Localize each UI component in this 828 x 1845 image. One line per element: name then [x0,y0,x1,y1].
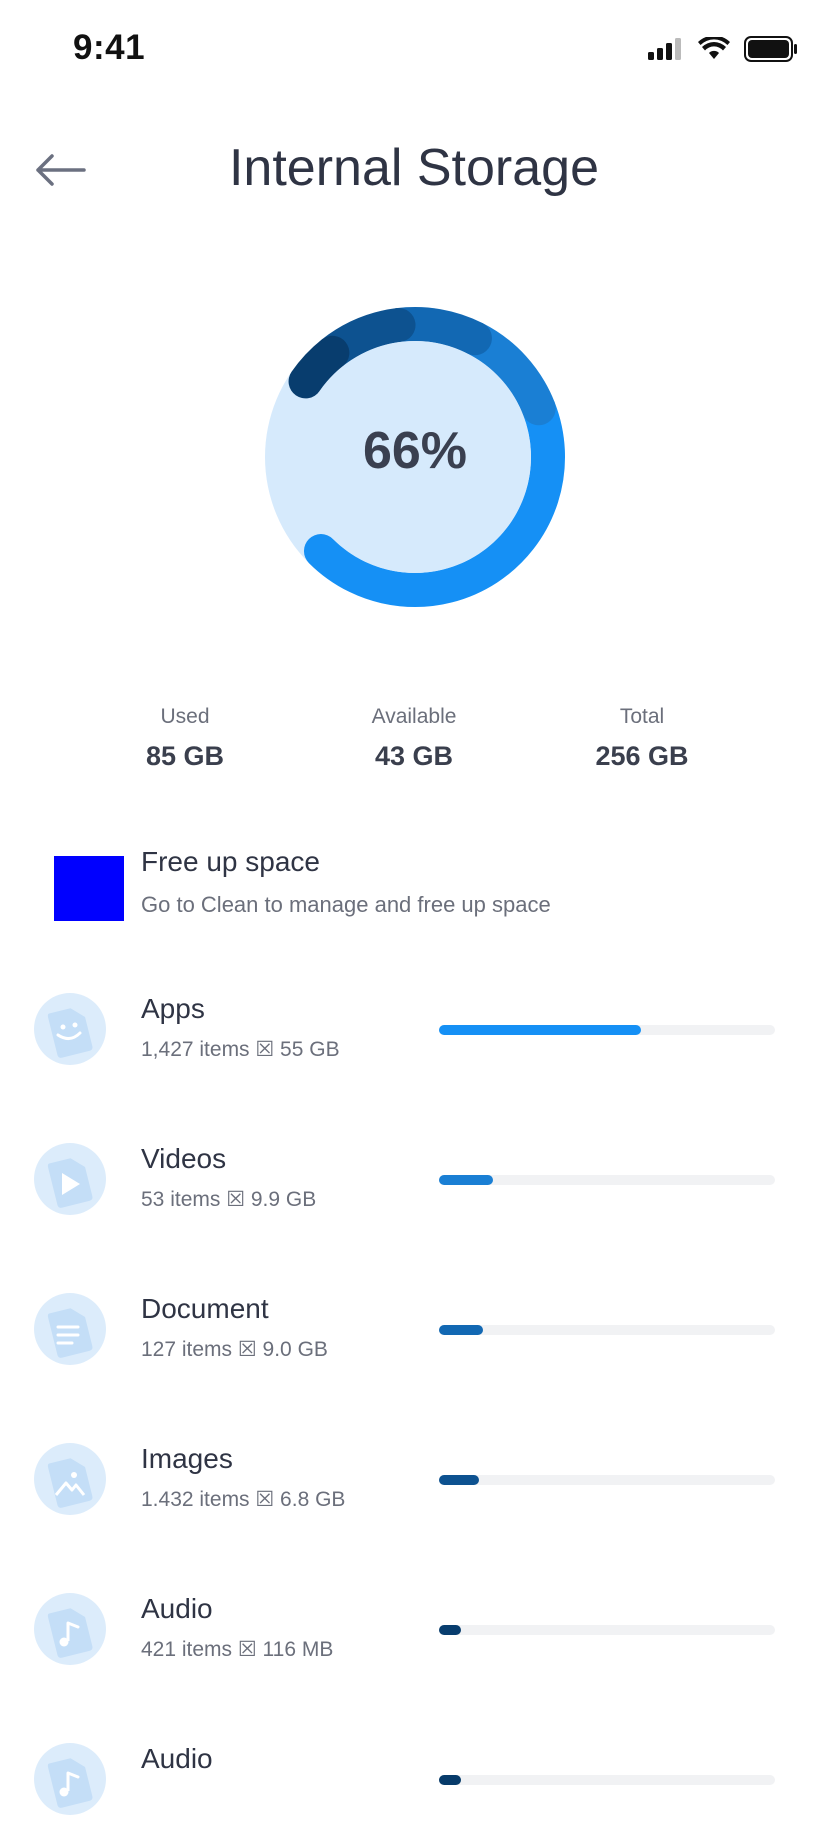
header: Internal Storage [0,120,828,220]
storage-donut-chart: 66% [229,271,601,643]
category-title: Apps [141,993,205,1024]
stat-available: Available 43 GB [314,705,514,772]
category-subtitle: 421 items ☒ 116 MB [141,1638,334,1661]
category-progress [439,1475,775,1485]
donut-segment-audio [288,335,350,399]
category-progress [439,1325,775,1335]
category-row-audio[interactable]: Audio 421 items ☒ 116 MB [0,1585,828,1695]
stat-total: Total 256 GB [542,705,742,772]
category-row-videos[interactable]: Videos 53 items ☒ 9.9 GB [0,1135,828,1245]
status-bar: 9:41 [0,0,828,100]
category-progress-fill [439,1475,480,1485]
category-row-apps[interactable]: Apps 1,427 items ☒ 55 GB [0,985,828,1095]
stat-used-label: Used [160,705,210,728]
category-row-audio-2[interactable]: Audio [0,1735,828,1845]
category-title: Audio [141,1743,213,1774]
document-file-icon [34,1293,106,1365]
stat-total-label: Total [619,705,665,728]
battery-icon [744,36,798,67]
free-up-title: Free up space [141,846,320,877]
status-time: 9:41 [73,28,146,67]
apps-file-icon [34,993,106,1065]
category-title: Audio [141,1593,213,1624]
category-row-images[interactable]: Images 1.432 items ☒ 6.8 GB [0,1435,828,1545]
category-progress-fill [439,1775,461,1785]
donut-percentage: 66% [362,422,468,480]
category-subtitle: 53 items ☒ 9.9 GB [141,1188,317,1211]
category-row-document[interactable]: Document 127 items ☒ 9.0 GB [0,1285,828,1395]
category-progress-fill [439,1325,483,1335]
free-up-subtitle: Go to Clean to manage and free up space [141,892,551,917]
storage-stats: Used 85 GB Available 43 GB Total 256 GB [0,705,828,785]
category-subtitle: 1.432 items ☒ 6.8 GB [141,1488,346,1511]
category-progress [439,1025,775,1035]
status-icons [648,35,798,67]
stat-used-value: 85 GB [145,741,225,771]
page-title: Internal Storage [228,139,600,197]
stat-available-value: 43 GB [374,741,454,771]
category-progress-fill [439,1175,493,1185]
category-progress-fill [439,1025,641,1035]
wifi-icon [698,35,730,66]
stat-used: Used 85 GB [85,705,285,772]
category-title: Videos [141,1143,227,1174]
free-up-icon [54,856,124,921]
category-subtitle: 1,427 items ☒ 55 GB [141,1038,340,1061]
stat-available-label: Available [371,705,457,728]
video-file-icon [34,1143,106,1215]
stat-total-value: 256 GB [595,741,689,771]
image-file-icon [34,1443,106,1515]
category-progress [439,1625,775,1635]
category-subtitle: 127 items ☒ 9.0 GB [141,1338,328,1361]
audio-file-icon [34,1593,106,1665]
category-title: Images [141,1443,233,1474]
signal-icon [648,38,684,65]
category-progress-fill [439,1625,461,1635]
category-progress [439,1175,775,1185]
audio-file-icon [34,1743,106,1815]
category-progress [439,1775,775,1785]
category-title: Document [141,1293,269,1324]
free-up-space-item[interactable]: Free up space Go to Clean to manage and … [54,846,774,926]
